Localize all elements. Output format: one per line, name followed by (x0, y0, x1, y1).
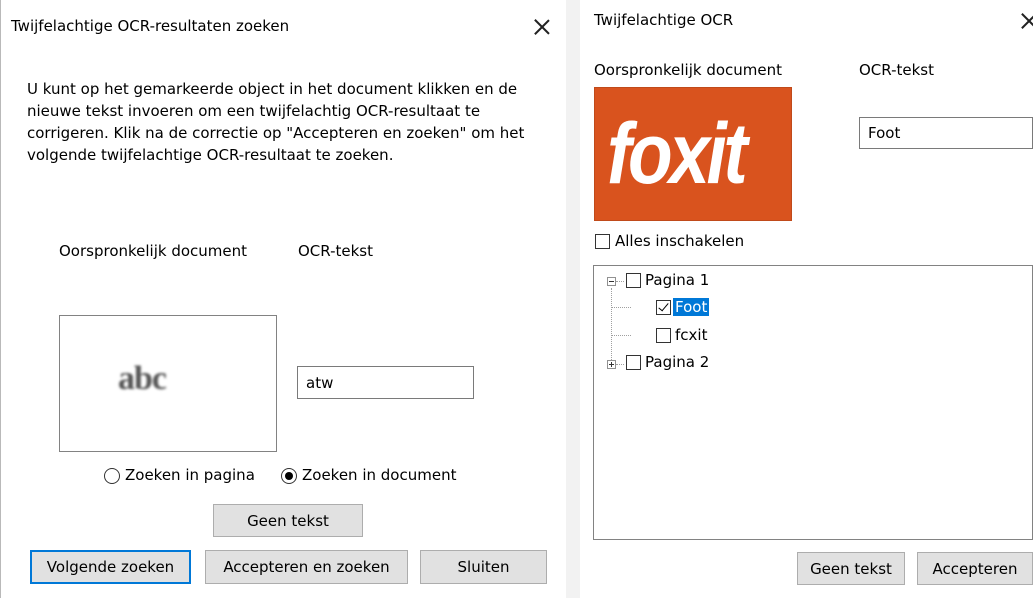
tree-item-page1[interactable]: Pagina 1 (645, 271, 709, 289)
radio-search-page[interactable] (104, 468, 120, 484)
accept-and-search-button[interactable]: Accepteren en zoeken (205, 550, 408, 584)
collapse-icon[interactable] (607, 277, 616, 286)
original-preview: foxit (594, 87, 792, 221)
ocr-results-tree[interactable]: Pagina 1 Foot fcxit Pagina 2 (593, 265, 1033, 540)
find-next-button[interactable]: Volgende zoeken (30, 550, 191, 584)
tree-connector (611, 307, 631, 308)
ocr-text-input[interactable]: atw (297, 366, 474, 399)
tree-item-foot[interactable]: Foot (673, 298, 710, 316)
label-original-document: Oorspronkelijk document (594, 61, 783, 79)
instructions-text: U kunt op het gemarkeerde object in het … (27, 80, 525, 164)
label-ocr-text: OCR-tekst (298, 242, 373, 260)
accept-button[interactable]: Accepteren (917, 552, 1033, 585)
tree-checkbox-page2[interactable] (626, 355, 641, 370)
label-original-document: Oorspronkelijk document (59, 242, 248, 260)
tree-connector (616, 364, 624, 365)
enable-all-label: Alles inschakelen (615, 232, 745, 250)
dialog-find-doubtful-ocr: Twijfelachtige OCR-resultaten zoeken U k… (0, 0, 566, 598)
foxit-logo: foxit (607, 106, 748, 202)
radio-search-document-label: Zoeken in document (302, 466, 457, 484)
tree-connector (611, 288, 612, 364)
label-ocr-text: OCR-tekst (859, 61, 934, 79)
dialog-title: Twijfelachtige OCR-resultaten zoeken (11, 17, 290, 35)
tree-checkbox-fcxit[interactable] (656, 328, 671, 343)
tree-checkbox-page1[interactable] (626, 273, 641, 288)
preview-snippet: abc (118, 360, 167, 397)
close-button[interactable]: Sluiten (420, 550, 547, 584)
original-preview: abc (59, 315, 277, 452)
tree-item-fcxit[interactable]: fcxit (675, 326, 707, 344)
dialog-doubtful-ocr: Twijfelachtige OCR Oorspronkelijk docume… (580, 0, 1033, 598)
enable-all-checkbox[interactable] (595, 234, 610, 249)
no-text-button[interactable]: Geen tekst (797, 552, 905, 585)
tree-checkbox-foot[interactable] (656, 300, 671, 315)
no-text-button[interactable]: Geen tekst (213, 504, 363, 537)
dialog-title: Twijfelachtige OCR (594, 11, 734, 29)
close-icon[interactable] (531, 17, 553, 39)
radio-search-document[interactable] (281, 468, 297, 484)
tree-connector (616, 281, 624, 282)
tree-item-page2[interactable]: Pagina 2 (645, 353, 709, 371)
separator (566, 0, 580, 598)
close-icon[interactable] (1018, 11, 1033, 33)
ocr-text-input[interactable]: Foot (859, 117, 1033, 149)
tree-connector (611, 335, 631, 336)
expand-icon[interactable] (607, 360, 616, 369)
radio-search-page-label: Zoeken in pagina (125, 466, 255, 484)
